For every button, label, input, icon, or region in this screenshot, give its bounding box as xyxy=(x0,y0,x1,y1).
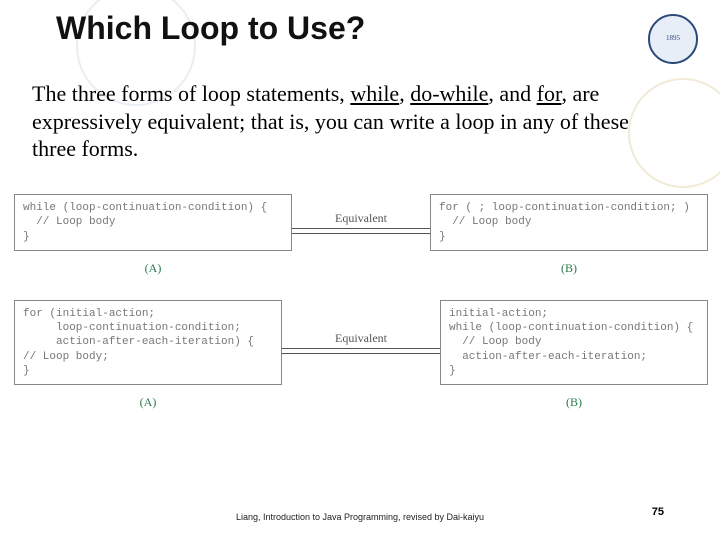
intro-paragraph: The three forms of loop statements, whil… xyxy=(32,80,662,163)
intro-text: The three forms of loop statements, xyxy=(32,81,350,106)
labels-row-2: (A) (B) xyxy=(14,395,708,410)
code-box-while-expanded: initial-action; while (loop-continuation… xyxy=(440,300,708,385)
equivalence-lines-icon xyxy=(292,228,430,234)
label-a: (A) xyxy=(14,395,282,410)
equivalence-row-1: while (loop-continuation-condition) { //… xyxy=(14,194,708,251)
equivalence-lines-icon xyxy=(282,348,440,354)
label-a: (A) xyxy=(14,261,292,276)
kw-do-while: do-while xyxy=(410,81,488,106)
footer-credit: Liang, Introduction to Java Programming,… xyxy=(236,512,484,522)
kw-for: for xyxy=(537,81,562,106)
equivalence-connector: Equivalent xyxy=(282,300,440,385)
code-while-expanded: initial-action; while (loop-continuation… xyxy=(449,307,699,378)
diagram-area: while (loop-continuation-condition) { //… xyxy=(14,194,708,434)
code-while: while (loop-continuation-condition) { //… xyxy=(23,201,283,244)
university-seal-icon: 1895 xyxy=(648,14,698,64)
code-for-empty: for ( ; loop-continuation-condition; ) /… xyxy=(439,201,699,244)
logo-year: 1895 xyxy=(666,35,680,43)
label-b: (B) xyxy=(430,261,708,276)
code-box-for-full: for (initial-action; loop-continuation-c… xyxy=(14,300,282,385)
intro-text: , and xyxy=(488,81,536,106)
code-box-while: while (loop-continuation-condition) { //… xyxy=(14,194,292,251)
intro-text: , xyxy=(399,81,410,106)
label-b: (B) xyxy=(440,395,708,410)
label-spacer xyxy=(292,261,430,276)
equivalence-row-2: for (initial-action; loop-continuation-c… xyxy=(14,300,708,385)
slide-title: Which Loop to Use? xyxy=(56,10,365,47)
label-spacer xyxy=(282,395,440,410)
equivalence-connector: Equivalent xyxy=(292,194,430,251)
page-number: 75 xyxy=(652,506,664,518)
equivalent-label: Equivalent xyxy=(335,331,387,346)
equivalent-label: Equivalent xyxy=(335,211,387,226)
code-box-for-empty: for ( ; loop-continuation-condition; ) /… xyxy=(430,194,708,251)
labels-row-1: (A) (B) xyxy=(14,261,708,276)
code-for-full: for (initial-action; loop-continuation-c… xyxy=(23,307,273,378)
kw-while: while xyxy=(350,81,399,106)
